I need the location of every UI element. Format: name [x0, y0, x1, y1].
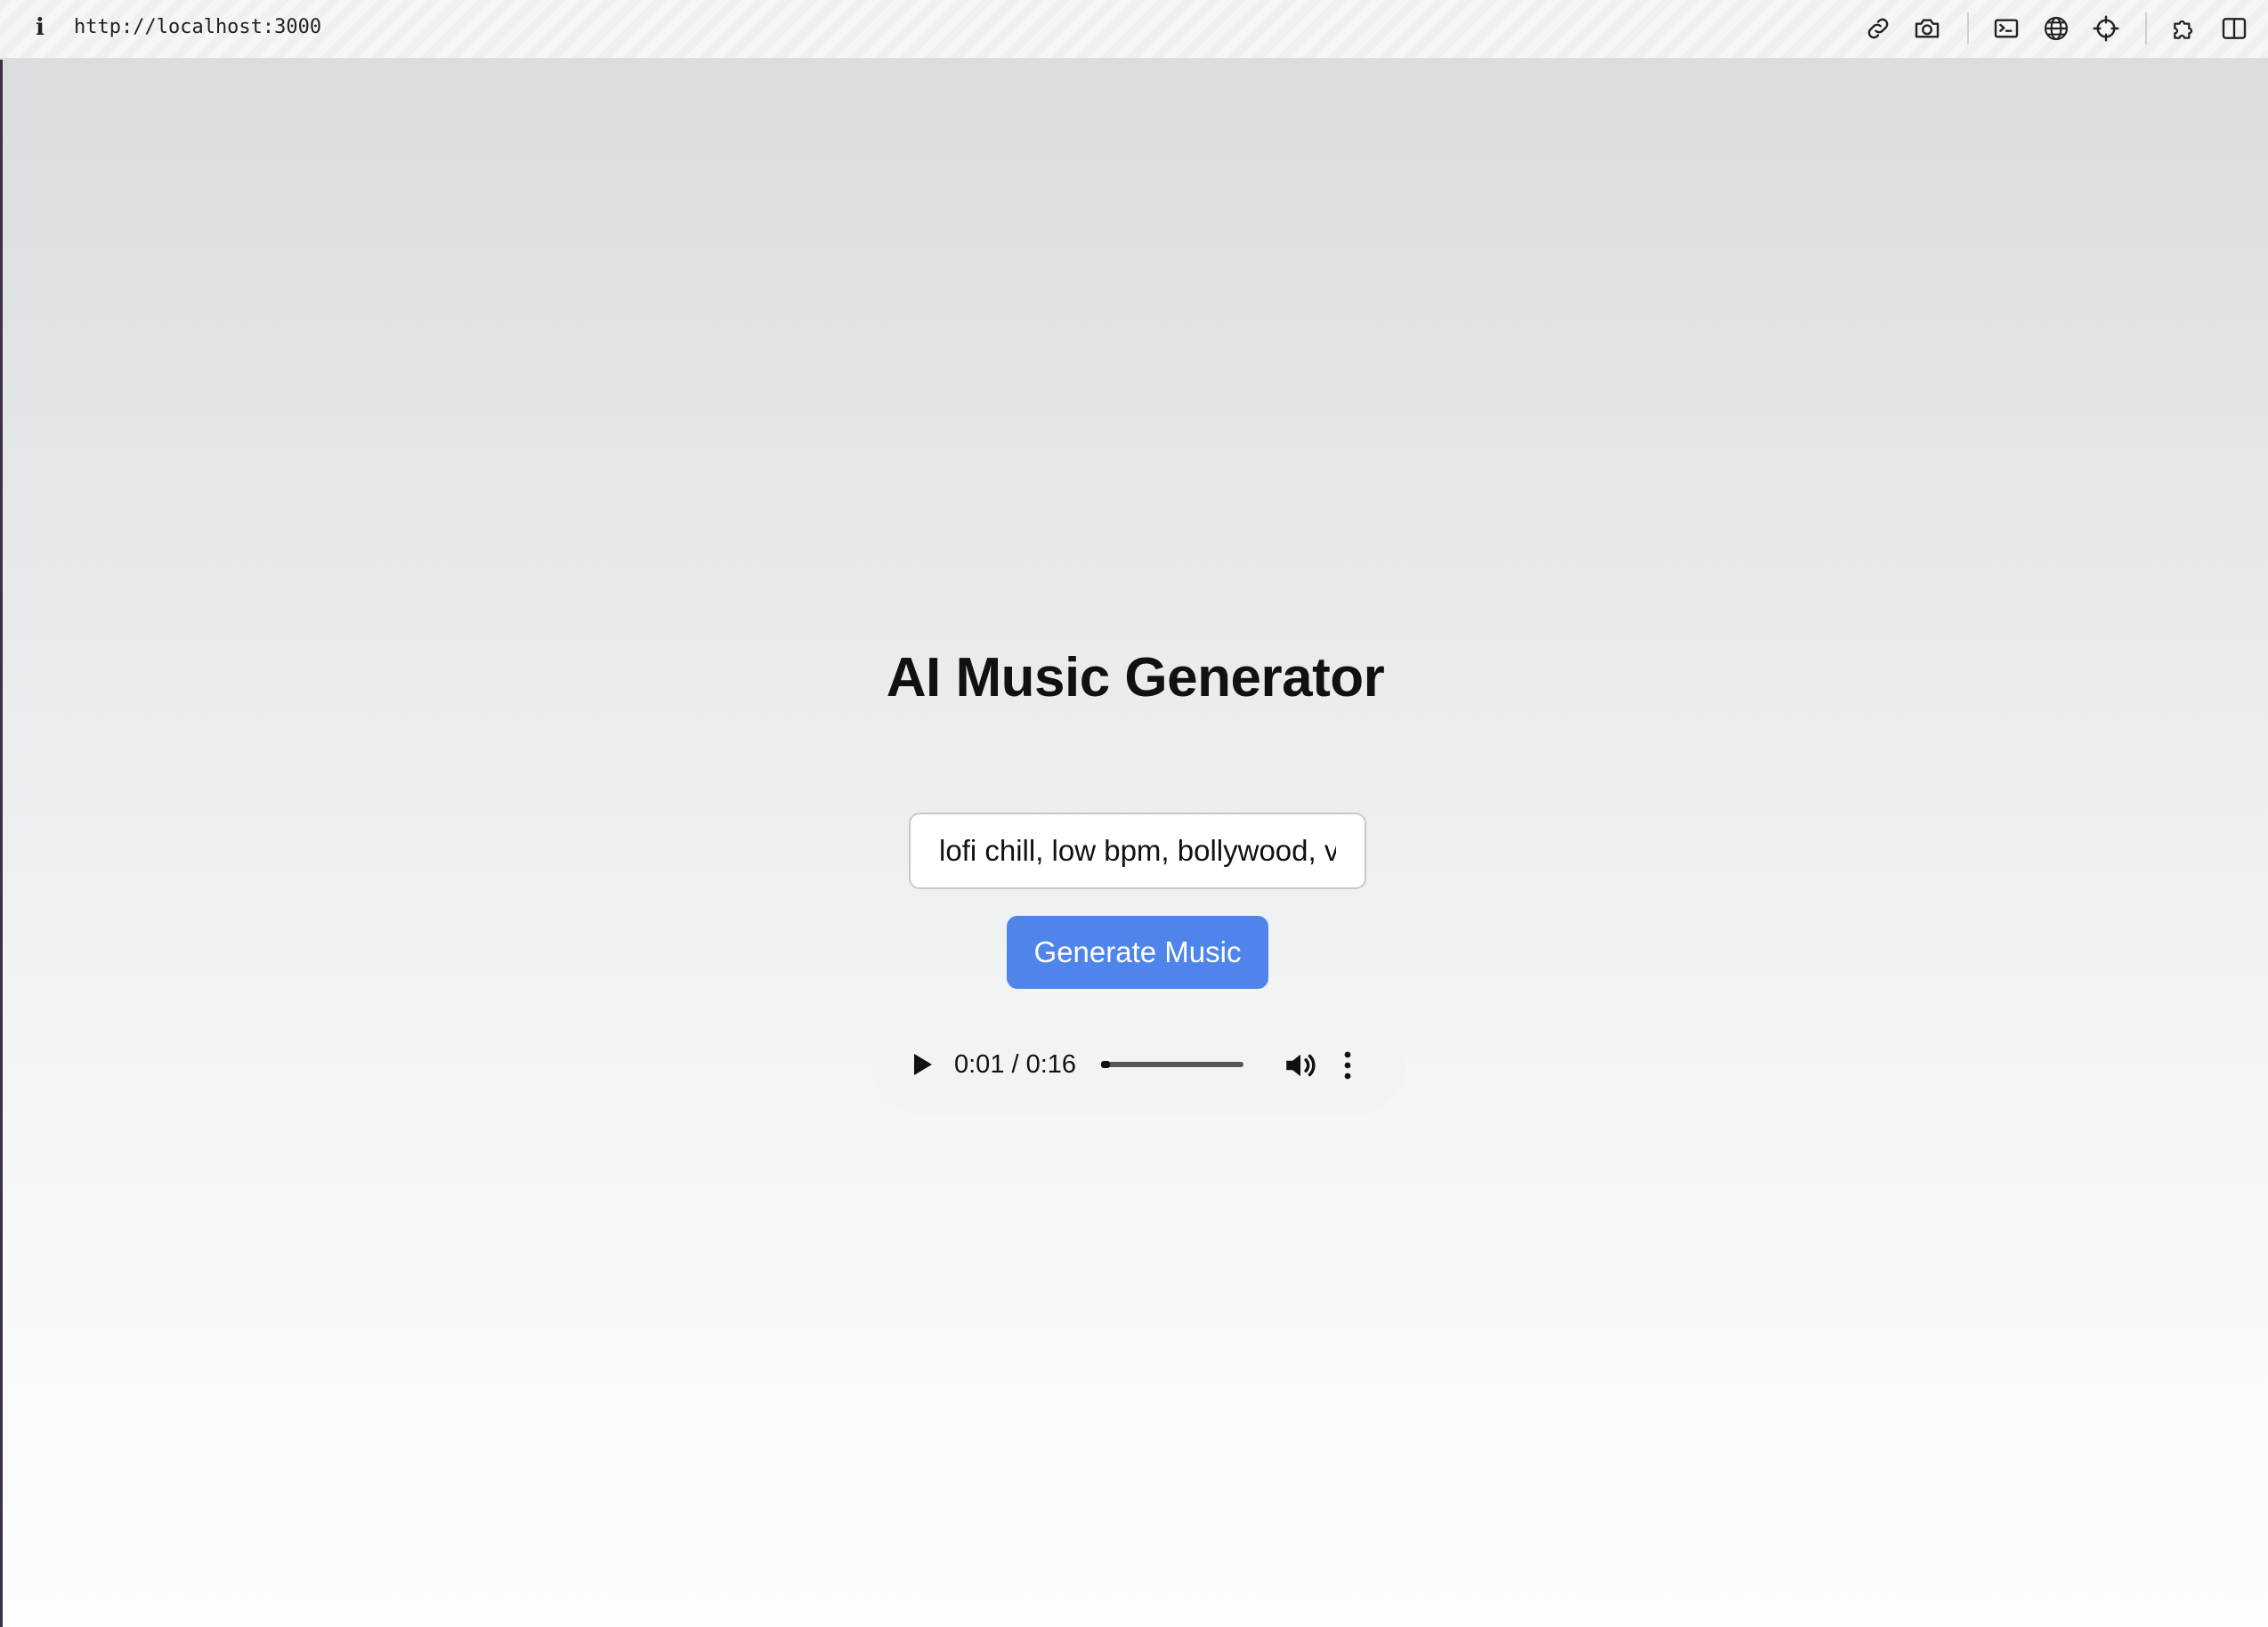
audio-seek-progress — [1101, 1061, 1110, 1068]
crosshair-icon[interactable] — [2088, 11, 2124, 46]
play-icon[interactable] — [903, 1047, 939, 1082]
toolbar-divider — [1967, 12, 1969, 45]
toolbar-divider — [2145, 12, 2147, 45]
browser-toolbar: i http://localhost:3000 — [0, 0, 2268, 60]
globe-icon[interactable] — [2038, 11, 2074, 46]
terminal-icon[interactable] — [1989, 11, 2024, 46]
page-content: AI Music Generator Generate Music 0:01 /… — [3, 60, 2268, 1627]
volume-icon[interactable] — [1282, 1047, 1319, 1084]
puzzle-icon[interactable] — [2167, 11, 2202, 46]
audio-seek-slider[interactable] — [1101, 1061, 1243, 1068]
generate-music-button[interactable]: Generate Music — [1007, 916, 1268, 989]
page-title: AI Music Generator — [886, 647, 1385, 708]
address-bar[interactable]: http://localhost:3000 — [74, 14, 321, 41]
link-icon[interactable] — [1860, 11, 1896, 46]
camera-icon[interactable] — [1909, 11, 1945, 46]
split-view-icon[interactable] — [2216, 11, 2252, 46]
audio-time-display: 0:01 / 0:16 — [954, 1050, 1077, 1079]
audio-player: 0:01 / 0:16 — [871, 1016, 1405, 1113]
info-icon[interactable]: i — [27, 12, 53, 43]
more-options-icon[interactable] — [1339, 1047, 1357, 1084]
prompt-input[interactable] — [909, 813, 1366, 889]
